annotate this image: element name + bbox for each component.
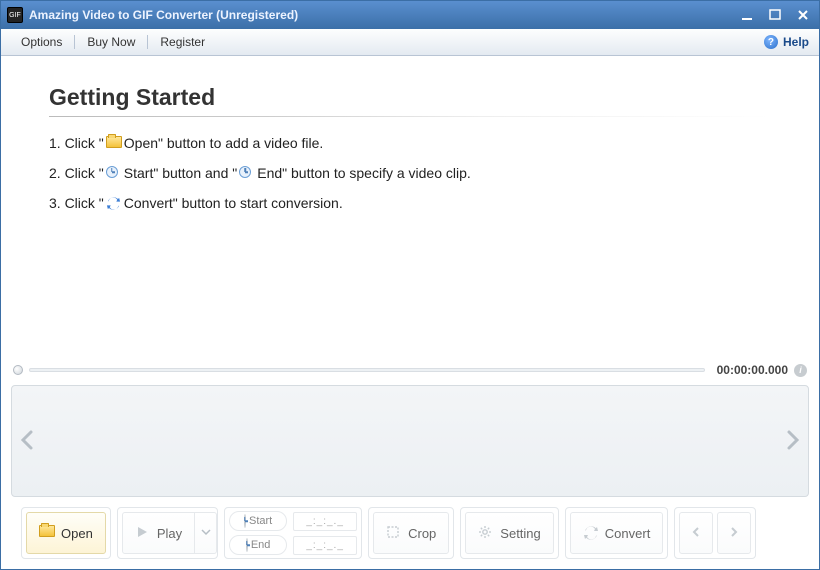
timeline-track[interactable] <box>29 368 705 372</box>
menu-separator <box>74 35 75 49</box>
help-link[interactable]: ? Help <box>764 35 809 49</box>
window-title: Amazing Video to GIF Converter (Unregist… <box>29 8 737 22</box>
clock-icon <box>106 166 122 180</box>
menu-options[interactable]: Options <box>11 35 72 49</box>
crop-group: Crop <box>368 507 454 559</box>
start-time-field[interactable]: _:_:_._ <box>293 512 357 531</box>
menu-separator <box>147 35 148 49</box>
menubar: Options Buy Now Register ? Help <box>1 29 819 56</box>
convert-icon <box>106 196 122 210</box>
getting-started-panel: Getting Started 1. Click " Open" button … <box>9 84 811 225</box>
clock-icon <box>239 166 255 180</box>
step-3: 3. Click " Convert" button to start conv… <box>49 195 771 211</box>
setting-label: Setting <box>500 526 540 541</box>
play-icon <box>135 525 151 541</box>
open-button[interactable]: Open <box>26 512 106 554</box>
chevron-right-icon <box>727 525 741 542</box>
chevron-left-icon <box>689 525 703 542</box>
convert-label: Convert <box>605 526 651 541</box>
folder-icon <box>39 525 55 541</box>
titlebar: GIF Amazing Video to GIF Converter (Unre… <box>1 1 819 29</box>
next-button[interactable] <box>717 512 751 554</box>
step-2: 2. Click " Start" button and " End" butt… <box>49 165 771 181</box>
open-group: Open <box>21 507 111 559</box>
timeline-handle[interactable] <box>13 365 23 375</box>
play-label: Play <box>157 526 182 541</box>
toolbar: Open Play Start <box>9 497 811 569</box>
range-group: Start _:_:_._ End _:_:_._ <box>224 507 362 559</box>
crop-button[interactable]: Crop <box>373 512 449 554</box>
preview-prev-button[interactable] <box>18 429 36 454</box>
close-button[interactable] <box>793 7 813 23</box>
minimize-button[interactable] <box>737 7 757 23</box>
crop-label: Crop <box>408 526 436 541</box>
setting-button[interactable]: Setting <box>465 512 553 554</box>
nav-group <box>674 507 756 559</box>
window-controls <box>737 7 813 23</box>
step-1: 1. Click " Open" button to add a video f… <box>49 135 771 151</box>
gear-icon <box>478 525 494 541</box>
play-button[interactable]: Play <box>122 512 195 554</box>
info-icon[interactable]: i <box>794 364 807 377</box>
content-area: Getting Started 1. Click " Open" button … <box>1 56 819 569</box>
getting-started-title: Getting Started <box>49 84 771 117</box>
folder-icon <box>106 136 122 150</box>
end-button[interactable]: End <box>229 535 287 555</box>
play-dropdown[interactable] <box>195 512 217 554</box>
help-icon: ? <box>764 35 778 49</box>
app-icon: GIF <box>7 7 23 23</box>
preview-next-button[interactable] <box>784 429 802 454</box>
start-button[interactable]: Start <box>229 511 287 531</box>
end-label: End <box>251 539 271 551</box>
convert-icon <box>583 525 599 541</box>
app-window: GIF Amazing Video to GIF Converter (Unre… <box>0 0 820 570</box>
convert-button[interactable]: Convert <box>570 512 664 554</box>
clock-icon <box>244 515 246 527</box>
help-label: Help <box>783 35 809 49</box>
start-label: Start <box>249 515 272 527</box>
setting-group: Setting <box>460 507 558 559</box>
clock-icon <box>246 539 248 551</box>
end-time-field[interactable]: _:_:_._ <box>293 536 357 555</box>
open-label: Open <box>61 526 93 541</box>
preview-strip <box>11 385 809 497</box>
time-display: 00:00:00.000 <box>717 363 788 377</box>
timeline: 00:00:00.000 i <box>9 359 811 381</box>
chevron-down-icon <box>199 525 213 542</box>
menu-buy-now[interactable]: Buy Now <box>77 35 145 49</box>
crop-icon <box>386 525 402 541</box>
convert-group: Convert <box>565 507 669 559</box>
play-group: Play <box>117 507 218 559</box>
menu-register[interactable]: Register <box>150 35 215 49</box>
maximize-button[interactable] <box>765 7 785 23</box>
prev-button[interactable] <box>679 512 713 554</box>
